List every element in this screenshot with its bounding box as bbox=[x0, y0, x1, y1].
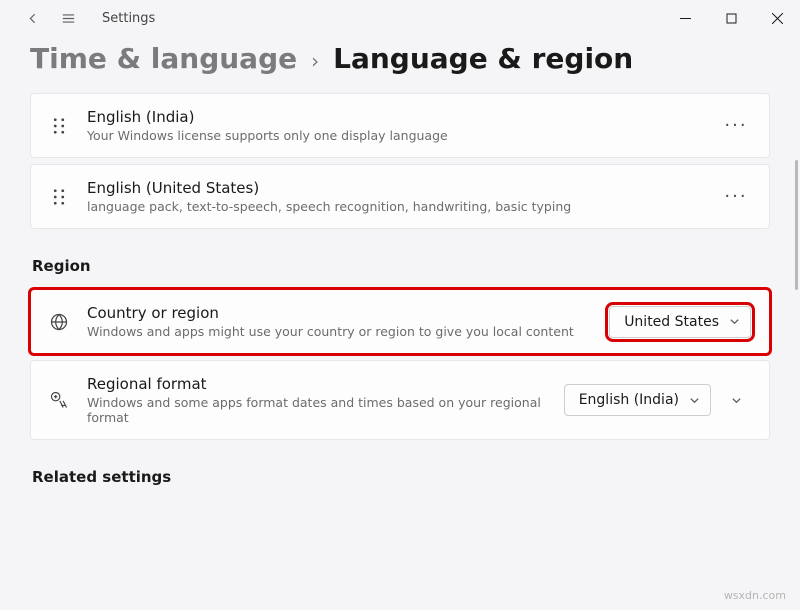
menu-button[interactable] bbox=[50, 3, 86, 33]
drag-handle-icon[interactable] bbox=[49, 116, 69, 136]
language-title: English (United States) bbox=[87, 179, 703, 197]
drag-handle-icon[interactable] bbox=[49, 187, 69, 207]
setting-subtitle: Windows and some apps format dates and t… bbox=[87, 395, 546, 425]
close-button[interactable] bbox=[754, 3, 800, 33]
scrollbar[interactable] bbox=[795, 160, 798, 290]
more-button[interactable]: ··· bbox=[721, 111, 751, 141]
chevron-right-icon: › bbox=[311, 49, 319, 73]
expand-button[interactable] bbox=[721, 385, 751, 415]
chevron-down-icon bbox=[729, 316, 740, 327]
setting-title: Regional format bbox=[87, 375, 546, 393]
language-subtitle: language pack, text-to-speech, speech re… bbox=[87, 199, 703, 214]
dropdown-value: United States bbox=[624, 314, 719, 330]
regional-format-setting[interactable]: Regional format Windows and some apps fo… bbox=[30, 360, 770, 440]
minimize-button[interactable] bbox=[662, 3, 708, 33]
chevron-down-icon bbox=[689, 395, 700, 406]
language-title: English (India) bbox=[87, 108, 703, 126]
page-title: Language & region bbox=[333, 42, 633, 75]
app-title: Settings bbox=[102, 11, 155, 26]
setting-title: Country or region bbox=[87, 304, 591, 322]
regional-format-dropdown[interactable]: English (India) bbox=[564, 384, 711, 416]
language-item[interactable]: English (India) Your Windows license sup… bbox=[30, 93, 770, 158]
breadcrumb-parent[interactable]: Time & language bbox=[30, 42, 297, 75]
section-header-region: Region bbox=[32, 257, 768, 275]
section-header-related: Related settings bbox=[32, 468, 768, 486]
language-item[interactable]: English (United States) language pack, t… bbox=[30, 164, 770, 229]
more-button[interactable]: ··· bbox=[721, 182, 751, 212]
watermark: wsxdn.com bbox=[724, 589, 786, 602]
setting-subtitle: Windows and apps might use your country … bbox=[87, 324, 591, 339]
breadcrumb: Time & language › Language & region bbox=[0, 36, 800, 93]
maximize-button[interactable] bbox=[708, 3, 754, 33]
language-subtitle: Your Windows license supports only one d… bbox=[87, 128, 703, 143]
dropdown-value: English (India) bbox=[579, 392, 679, 408]
country-region-setting[interactable]: Country or region Windows and apps might… bbox=[30, 289, 770, 354]
translate-icon bbox=[49, 390, 69, 410]
back-button[interactable] bbox=[14, 3, 50, 33]
globe-icon bbox=[49, 312, 69, 332]
country-dropdown[interactable]: United States bbox=[609, 306, 751, 338]
